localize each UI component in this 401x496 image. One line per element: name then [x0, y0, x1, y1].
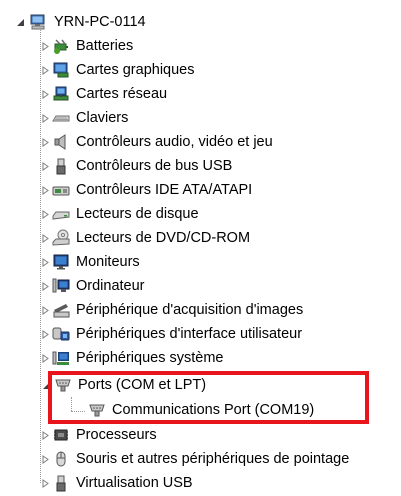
tree-item-system-devices[interactable]: Périphériques système	[40, 346, 225, 370]
expand-arrow-icon[interactable]	[40, 64, 52, 76]
system-devices-icon	[52, 349, 70, 367]
expand-arrow-icon[interactable]	[40, 88, 52, 100]
tree-line-ports	[71, 397, 72, 411]
tree-item-label: Ordinateur	[76, 278, 145, 294]
tree-item-audio-controllers[interactable]: Contrôleurs audio, vidéo et jeu	[40, 130, 274, 154]
tree-item-computer[interactable]: Ordinateur	[40, 274, 146, 298]
expand-arrow-icon[interactable]	[40, 429, 52, 441]
tree-item-dvd-drives[interactable]: Lecteurs de DVD/CD-ROM	[40, 226, 251, 250]
tree-item-processors[interactable]: Processeurs	[40, 423, 158, 447]
hid-icon	[52, 325, 70, 343]
disk-drive-icon	[52, 205, 70, 223]
tree-item-com19[interactable]: Communications Port (COM19)	[88, 398, 315, 422]
computer-small-icon	[52, 277, 70, 295]
tree-item-network-adapters[interactable]: Cartes réseau	[40, 82, 168, 106]
tree-item-ports[interactable]: Ports (COM et LPT)	[40, 373, 207, 397]
tree-item-label: Lecteurs de disque	[76, 206, 199, 222]
tree-item-label: Périphériques système	[76, 350, 224, 366]
tree-item-usb-virtualization[interactable]: Virtualisation USB	[40, 471, 194, 495]
tree-item-ide-controllers[interactable]: Contrôleurs IDE ATA/ATAPI	[40, 178, 253, 202]
tree-root-label: YRN-PC-0114	[54, 14, 146, 30]
display-adapter-icon	[52, 61, 70, 79]
audio-icon	[52, 133, 70, 151]
expand-arrow-icon[interactable]	[40, 112, 52, 124]
expand-arrow-icon[interactable]	[40, 280, 52, 292]
usb-icon	[52, 474, 70, 492]
expand-arrow-icon[interactable]	[40, 304, 52, 316]
tree-item-label: Lecteurs de DVD/CD-ROM	[76, 230, 251, 246]
tree-item-label: Périphériques d'interface utilisateur	[76, 326, 303, 342]
tree-item-keyboards[interactable]: Claviers	[40, 106, 129, 130]
expand-arrow-icon[interactable]	[40, 453, 52, 465]
collapse-arrow-icon[interactable]	[14, 16, 26, 28]
expand-arrow-icon[interactable]	[40, 208, 52, 220]
battery-icon	[52, 37, 70, 55]
tree-item-label: Contrôleurs audio, vidéo et jeu	[76, 134, 273, 150]
expand-arrow-icon[interactable]	[40, 136, 52, 148]
expand-arrow-icon[interactable]	[40, 40, 52, 52]
collapse-arrow-icon[interactable]	[40, 379, 52, 391]
tree-item-label: Contrôleurs de bus USB	[76, 158, 233, 174]
tree-item-mice[interactable]: Souris et autres périphériques de pointa…	[40, 447, 350, 471]
keyboard-icon	[52, 109, 70, 127]
expand-arrow-icon[interactable]	[40, 256, 52, 268]
tree-item-label: Cartes graphiques	[76, 62, 195, 78]
tree-item-label: Cartes réseau	[76, 86, 168, 102]
port-icon	[54, 376, 72, 394]
tree-item-label: Processeurs	[76, 427, 157, 443]
network-adapter-icon	[52, 85, 70, 103]
tree-item-batteries[interactable]: Batteries	[40, 34, 134, 58]
tree-item-label: Claviers	[76, 110, 129, 126]
tree-item-disk-drives[interactable]: Lecteurs de disque	[40, 202, 200, 226]
device-tree: YRN-PC-0114 Batteries Cartes graphiques …	[0, 0, 401, 492]
tree-item-label: Souris et autres périphériques de pointa…	[76, 451, 350, 467]
tree-item-usb-controllers[interactable]: Contrôleurs de bus USB	[40, 154, 233, 178]
tree-item-hid-devices[interactable]: Périphériques d'interface utilisateur	[40, 322, 303, 346]
expand-arrow-icon[interactable]	[40, 160, 52, 172]
ide-controller-icon	[52, 181, 70, 199]
monitor-icon	[52, 253, 70, 271]
expand-arrow-icon[interactable]	[40, 184, 52, 196]
expand-arrow-icon[interactable]	[40, 232, 52, 244]
tree-line-ports-child	[71, 411, 85, 412]
usb-icon	[52, 157, 70, 175]
expand-arrow-icon[interactable]	[40, 328, 52, 340]
tree-item-imaging-devices[interactable]: Périphérique d'acquisition d'images	[40, 298, 304, 322]
tree-item-label: Virtualisation USB	[76, 475, 193, 491]
tree-item-monitors[interactable]: Moniteurs	[40, 250, 141, 274]
expand-arrow-icon[interactable]	[40, 352, 52, 364]
expand-arrow-icon[interactable]	[40, 477, 52, 489]
processor-icon	[52, 426, 70, 444]
tree-item-label: Batteries	[76, 38, 134, 54]
tree-root[interactable]: YRN-PC-0114	[14, 10, 147, 34]
tree-item-label: Communications Port (COM19)	[112, 402, 315, 418]
tree-item-label: Moniteurs	[76, 254, 140, 270]
tree-item-label: Contrôleurs IDE ATA/ATAPI	[76, 182, 253, 198]
tree-item-label: Ports (COM et LPT)	[78, 377, 207, 393]
mouse-icon	[52, 450, 70, 468]
dvd-drive-icon	[52, 229, 70, 247]
computer-icon	[30, 13, 48, 31]
tree-item-label: Périphérique d'acquisition d'images	[76, 302, 304, 318]
tree-item-display-adapters[interactable]: Cartes graphiques	[40, 58, 196, 82]
scanner-icon	[52, 301, 70, 319]
port-icon	[88, 401, 106, 419]
